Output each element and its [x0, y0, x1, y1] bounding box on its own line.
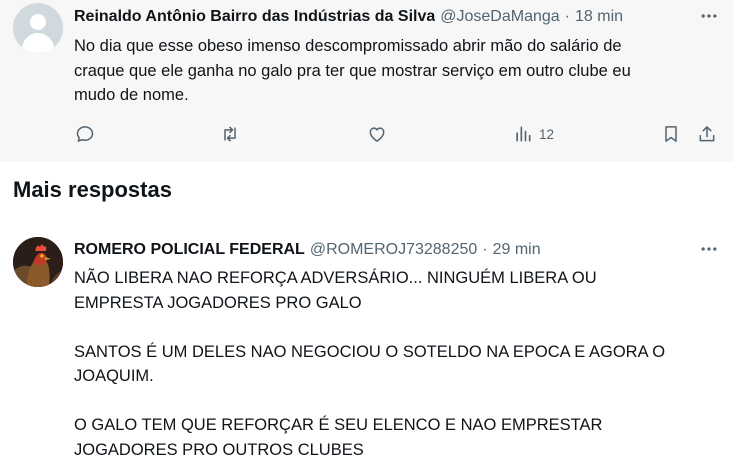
like-icon — [369, 127, 385, 142]
tweet-card[interactable]: Reinaldo Antônio Bairro das Indústrias d… — [0, 0, 734, 162]
separator: · — [482, 241, 488, 258]
rooster-avatar-image — [13, 237, 63, 287]
like-button[interactable] — [367, 122, 387, 146]
timestamp[interactable]: 29 min — [493, 241, 541, 259]
share-button[interactable] — [697, 122, 717, 146]
reply-button[interactable] — [75, 122, 95, 146]
author-name[interactable]: Reinaldo Antônio Bairro das Indústrias d… — [74, 8, 435, 26]
avatar[interactable] — [13, 3, 63, 53]
avatar[interactable] — [13, 237, 63, 287]
retweet-icon — [224, 126, 236, 142]
default-avatar-body — [22, 33, 54, 53]
retweet-button[interactable] — [220, 122, 240, 146]
bookmark-button[interactable] — [661, 122, 681, 146]
tweet-header: Reinaldo Antônio Bairro das Indústrias d… — [74, 6, 623, 28]
timestamp[interactable]: 18 min — [575, 8, 623, 26]
share-icon — [699, 126, 715, 142]
tweet-header: ROMERO POLICIAL FEDERAL @ROMEROJ73288250… — [74, 239, 541, 261]
author-handle[interactable]: @ROMEROJ73288250 — [310, 241, 477, 259]
more-options-icon[interactable] — [699, 6, 719, 26]
default-avatar-head — [30, 14, 46, 30]
tweet-text: NÃO LIBERA NAO REFORÇA ADVERSÁRIO... NIN… — [74, 269, 666, 459]
reply-icon — [76, 126, 94, 142]
bookmark-icon — [665, 126, 677, 142]
section-title: Mais respostas — [13, 177, 172, 202]
views-count: 12 — [539, 126, 555, 142]
views-button[interactable]: 12 — [513, 122, 554, 146]
tweet-actions: 12 — [0, 120, 734, 148]
separator: · — [564, 8, 570, 25]
tweet-text: No dia que esse obeso imenso descompromi… — [74, 37, 631, 104]
author-name[interactable]: ROMERO POLICIAL FEDERAL — [74, 241, 305, 259]
author-handle[interactable]: @JoseDaManga — [440, 8, 559, 26]
views-icon — [516, 126, 531, 142]
more-options-icon[interactable] — [699, 239, 719, 259]
